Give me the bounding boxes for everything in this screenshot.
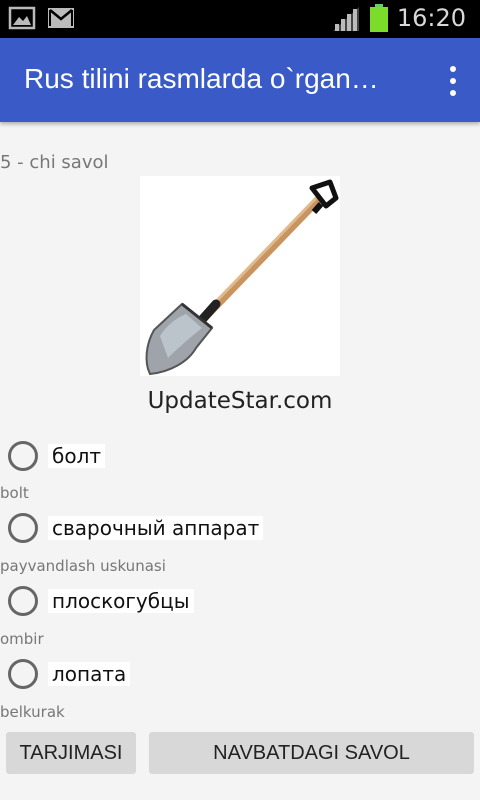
answer-option-1[interactable]: болт <box>8 438 106 474</box>
question-number: 5 - chi savol <box>0 152 109 173</box>
option-label: плоскогубцы <box>48 589 194 613</box>
status-bar: 16:20 <box>0 0 480 38</box>
status-time: 16:20 <box>396 4 466 32</box>
option-label: болт <box>48 444 106 468</box>
option-translation: bolt <box>0 484 29 502</box>
radio-button[interactable] <box>8 513 38 543</box>
app-title: Rus tilini rasmlarda o`rgan… <box>24 63 379 94</box>
signal-icon <box>332 7 359 31</box>
answer-option-4[interactable]: лопата <box>8 656 131 692</box>
next-question-button[interactable]: NAVBATDAGI SAVOL <box>149 732 474 774</box>
option-translation: belkurak <box>0 703 65 721</box>
gmail-icon <box>48 8 74 28</box>
radio-button[interactable] <box>8 441 38 471</box>
image-watermark: UpdateStar.com <box>147 388 333 414</box>
option-translation: ombir <box>0 630 44 648</box>
battery-icon <box>369 4 388 32</box>
answer-option-3[interactable]: плоскогубцы <box>8 583 194 619</box>
shovel-image <box>140 176 340 376</box>
radio-button[interactable] <box>8 586 38 616</box>
overflow-menu-icon[interactable] <box>446 66 460 96</box>
image-icon <box>8 6 36 30</box>
answer-option-2[interactable]: сварочный аппарат <box>8 510 264 546</box>
option-label: сварочный аппарат <box>48 516 264 540</box>
option-translation: payvandlash uskunasi <box>0 557 166 575</box>
option-label: лопата <box>48 662 131 686</box>
translate-button[interactable]: TARJIMASI <box>6 732 136 774</box>
app-bar: Rus tilini rasmlarda o`rgan… <box>0 38 480 122</box>
radio-button[interactable] <box>8 659 38 689</box>
